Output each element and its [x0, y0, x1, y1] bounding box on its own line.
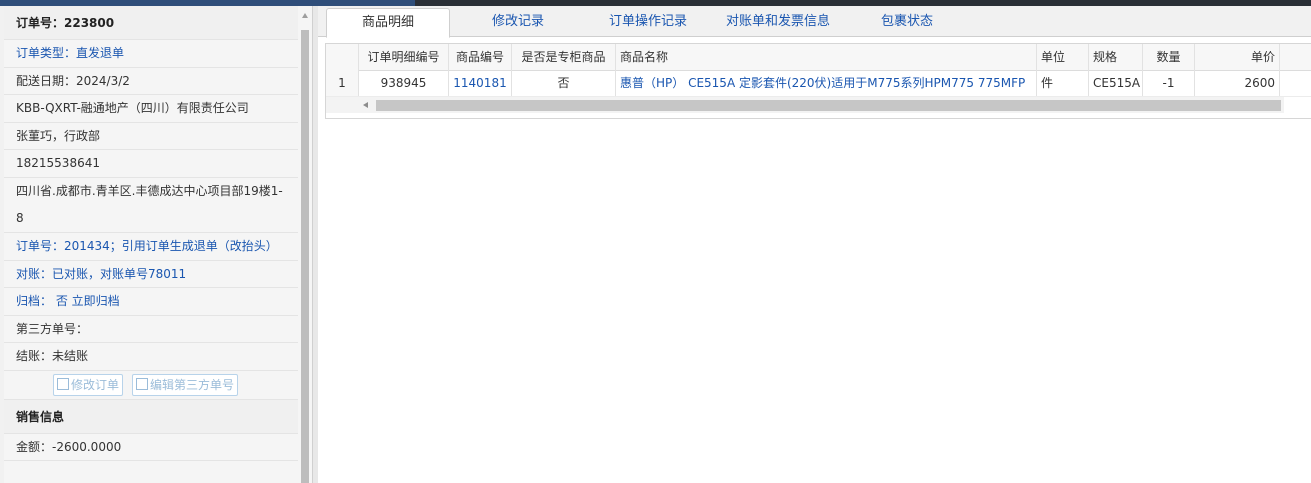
- amount: 金额：-2600.0000: [4, 434, 298, 461]
- reconcile-status[interactable]: 对账：已对账，对账单号78011: [4, 261, 298, 288]
- contact-name: 张菫巧，行政部: [4, 123, 298, 150]
- modify-order-button[interactable]: 修改订单: [53, 373, 124, 396]
- tab-order-operations[interactable]: 订单操作记录: [598, 8, 698, 36]
- tab-reconcile-invoice[interactable]: 对账单和发票信息: [716, 8, 840, 36]
- archive-status[interactable]: 归档： 否 立即归档: [4, 288, 298, 316]
- order-number-title: 订单号：223800: [4, 6, 298, 40]
- header-spec[interactable]: 规格: [1089, 44, 1143, 70]
- left-panel-scrollbar[interactable]: [298, 6, 312, 483]
- edit-third-party-label: 编辑第三方单号: [150, 377, 235, 392]
- tab-bar: 商品明细 修改记录 订单操作记录 对账单和发票信息 包裹状态: [318, 6, 1311, 38]
- grid-horizontal-scrollbar[interactable]: [326, 97, 1284, 113]
- scroll-left-icon[interactable]: [363, 102, 368, 108]
- third-party-number: 第三方单号：: [4, 316, 298, 343]
- settlement-status: 结账：未结账: [4, 343, 298, 371]
- cell-qty: -1: [1143, 70, 1195, 96]
- cell-product-no[interactable]: 1140181: [449, 70, 512, 96]
- scrollbar-thumb[interactable]: [301, 30, 309, 483]
- grid-header: 订单明细编号 商品编号 是否是专柜商品 商品名称 单位 规格 数量 单价: [326, 44, 1311, 71]
- cell-detail-no: 938945: [359, 70, 449, 96]
- company-name: KBB-QXRT-融通地产（四川）有限责任公司: [4, 95, 298, 123]
- delivery-address: 四川省.成都市.青羊区.丰德成达中心项目部19楼1-8: [4, 178, 298, 233]
- product-grid: 订单明细编号 商品编号 是否是专柜商品 商品名称 单位 规格 数量 单价 1 9…: [325, 43, 1311, 119]
- tab-package-status[interactable]: 包裹状态: [870, 8, 944, 36]
- sales-info-header: 销售信息: [4, 399, 298, 434]
- header-unit[interactable]: 单位: [1037, 44, 1089, 70]
- tab-product-details[interactable]: 商品明细: [326, 8, 450, 38]
- action-buttons: 修改订单 编辑第三方单号: [4, 371, 298, 400]
- order-info-panel: 订单号：223800 订单类型：直发退单 配送日期：2024/3/2 KBB-Q…: [4, 6, 299, 483]
- phone-number: 18215538641: [4, 150, 298, 178]
- header-qty[interactable]: 数量: [1143, 44, 1195, 70]
- header-is-counter[interactable]: 是否是专柜商品: [512, 44, 616, 70]
- order-reference[interactable]: 订单号：201434；引用订单生成退单（改抬头）: [4, 233, 298, 261]
- cell-is-counter: 否: [512, 70, 616, 96]
- cell-unit: 件: [1037, 70, 1089, 96]
- scrollbar-thumb[interactable]: [376, 100, 1281, 111]
- header-detail-no[interactable]: 订单明细编号: [359, 44, 449, 70]
- cell-price: 2600: [1195, 70, 1280, 96]
- table-row[interactable]: 1 938945 1140181 否 惠普（HP） CE515A 定影套件(22…: [326, 70, 1311, 97]
- cell-spec: CE515A: [1089, 70, 1143, 96]
- modify-order-label: 修改订单: [71, 377, 120, 392]
- order-type: 订单类型：直发退单: [4, 40, 298, 68]
- tab-modify-history[interactable]: 修改记录: [468, 8, 568, 36]
- delivery-date: 配送日期：2024/3/2: [4, 68, 298, 95]
- header-product-name[interactable]: 商品名称: [616, 44, 1037, 70]
- scroll-up-icon[interactable]: [302, 13, 308, 18]
- edit-icon: [136, 377, 148, 390]
- header-price[interactable]: 单价: [1195, 44, 1280, 70]
- cell-product-name[interactable]: 惠普（HP） CE515A 定影套件(220伏)适用于M775系列HPM775 …: [616, 70, 1037, 96]
- edit-icon: [57, 377, 69, 390]
- edit-third-party-button[interactable]: 编辑第三方单号: [132, 373, 239, 396]
- detail-panel: 商品明细 修改记录 订单操作记录 对账单和发票信息 包裹状态 订单明细编号 商品…: [318, 6, 1311, 483]
- header-index: [326, 44, 359, 70]
- row-index: 1: [326, 70, 359, 96]
- header-product-no[interactable]: 商品编号: [449, 44, 512, 70]
